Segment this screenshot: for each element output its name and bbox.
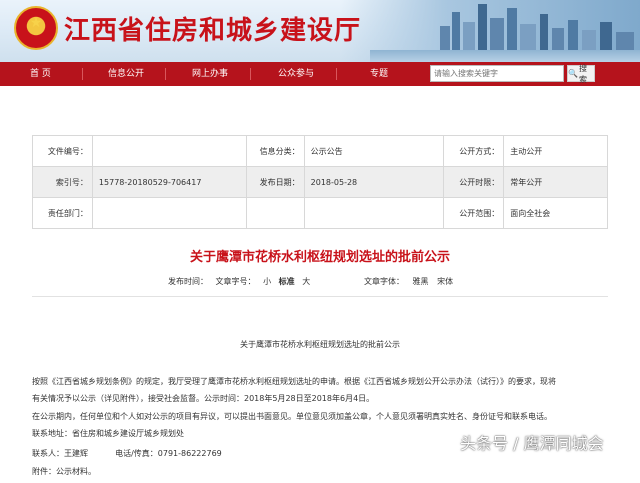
meta-row: 文件编号： 信息分类： 公示公告 公开方式： 主动公开: [32, 135, 608, 167]
banner-building: [463, 22, 475, 52]
font-size-large-button[interactable]: 大: [302, 277, 310, 286]
category-label: 信息分类：: [245, 135, 305, 167]
responsible-dept-value: [91, 197, 247, 229]
banner-building: [507, 8, 517, 52]
publish-time-label: 发布时间：: [168, 277, 208, 286]
paragraph-1-line-2: 有关情况予以公示（详见附件），接受社会监督。公示时间：2018年5月28日至20…: [32, 394, 375, 403]
search-input[interactable]: [430, 65, 564, 82]
disclosure-method-value: 主动公开: [503, 135, 608, 167]
meta-row: 索引号： 15778-20180529-706417 发布日期： 2018-05…: [32, 166, 608, 198]
empty-cell: [303, 197, 445, 229]
publish-date-label: 发布日期：: [245, 166, 305, 198]
nav-item-online-services[interactable]: 网上办事: [192, 62, 228, 86]
banner-building: [452, 12, 460, 52]
paragraph-2: 在公示期内，任何单位和个人如对公示的项目有异议，可以提出书面意见。单位意见须加盖…: [32, 412, 552, 421]
disclosure-scope-value: 面向全社会: [503, 197, 608, 229]
national-emblem-icon: ★: [14, 6, 58, 50]
category-value: 公示公告: [303, 135, 445, 167]
font-size-options: 发布时间： 文章字号： 小 标准 大: [168, 276, 315, 287]
banner-building: [600, 22, 612, 52]
nav-item-home[interactable]: 首 页: [30, 62, 51, 86]
banner-building: [490, 18, 504, 52]
watermark: 头条号 / 鹰潭同城会: [460, 434, 604, 453]
index-number-value: 15778-20180529-706417: [91, 166, 247, 198]
contact-phone: 电话/传真：0791-86222769: [115, 449, 222, 458]
site-banner: ★ 江西省住房和城乡建设厅: [0, 0, 640, 62]
banner-water: [370, 50, 640, 62]
site-title[interactable]: 江西省住房和城乡建设厅: [64, 10, 361, 47]
disclosure-period-value: 常年公开: [503, 166, 608, 198]
banner-building: [440, 26, 450, 52]
font-size-label: 文章字号：: [215, 277, 256, 286]
banner-building: [568, 20, 578, 52]
nav-item-public-participation[interactable]: 公众参与: [278, 62, 314, 86]
font-face-song-button[interactable]: 宋体: [437, 277, 453, 286]
meta-row: 责任部门： 公开范围： 面向全社会: [32, 197, 608, 229]
contact-person: 联系人：王建辉: [32, 449, 88, 458]
article-title: 关于鹰潭市花桥水利枢纽规划选址的批前公示: [189, 250, 450, 265]
disclosure-scope-label: 公开范围：: [443, 197, 505, 229]
banner-building: [582, 30, 596, 52]
article-subheading: 关于鹰潭市花桥水利枢纽规划选址的批前公示: [240, 340, 400, 349]
banner-building: [478, 4, 487, 52]
font-size-small-button[interactable]: 小: [263, 277, 271, 286]
nav-item-info-disclosure[interactable]: 信息公开: [108, 62, 144, 86]
disclosure-period-label: 公开时限：: [443, 166, 505, 198]
responsible-dept-label: 责任部门：: [32, 197, 93, 229]
paragraph-1-line-1: 按照《江西省城乡规划条例》的规定，我厅受理了鹰潭市花桥水利枢纽规划选址的申请。根…: [32, 377, 556, 386]
font-face-yahei-button[interactable]: 雅黑: [413, 277, 429, 286]
nav-separator: [250, 68, 251, 80]
nav-item-topics[interactable]: 专题: [370, 62, 388, 86]
content-divider: [32, 296, 608, 297]
magnifier-icon: 🔍: [568, 69, 578, 78]
font-face-options: 文章字体： 雅黑 宋体: [364, 276, 459, 287]
banner-building: [552, 28, 564, 52]
empty-cell: [245, 197, 305, 229]
attachment-line[interactable]: 附件：公示材料。: [32, 466, 608, 478]
search-button[interactable]: 🔍 搜索: [567, 63, 595, 84]
nav-separator: [165, 68, 166, 80]
banner-building: [520, 24, 536, 52]
doc-number-label: 文件编号：: [32, 135, 93, 167]
banner-building: [540, 14, 548, 52]
doc-number-value: [91, 135, 247, 167]
index-number-label: 索引号：: [32, 166, 93, 198]
search-button-label: 搜索: [578, 63, 587, 84]
disclosure-method-label: 公开方式：: [443, 135, 505, 167]
nav-separator: [82, 68, 83, 80]
banner-building: [616, 32, 634, 52]
publish-date-value: 2018-05-28: [303, 166, 445, 198]
nav-separator: [336, 68, 337, 80]
document-meta-table: 文件编号： 信息分类： 公示公告 公开方式： 主动公开 索引号： 15778-2…: [32, 135, 608, 229]
font-size-normal-button[interactable]: 标准: [279, 277, 295, 286]
font-face-label: 文章字体：: [364, 277, 404, 286]
